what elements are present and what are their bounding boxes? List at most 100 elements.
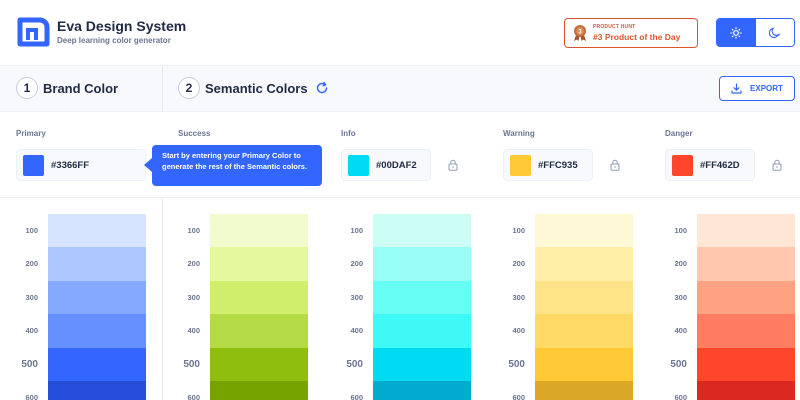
danger-color-field[interactable]: #FF462D [665, 149, 755, 181]
danger-shade-label-400: 400 [674, 326, 687, 336]
step-1-number: 1 [16, 77, 38, 99]
info-color-field[interactable]: #00DAF2 [341, 149, 431, 181]
primary-shade-label-400: 400 [25, 326, 38, 336]
warning-shade-200[interactable] [535, 247, 633, 282]
success-shade-400[interactable] [210, 314, 308, 349]
info-shade-100[interactable] [373, 214, 471, 248]
dark-theme-button[interactable] [755, 19, 794, 46]
medal-icon: 3 [574, 25, 586, 41]
danger-shade-300[interactable] [697, 280, 795, 315]
primary-shade-label-600: 600 [25, 393, 38, 400]
info-shade-600[interactable] [373, 381, 471, 400]
app-title: Eva Design System [57, 18, 187, 34]
light-theme-button[interactable] [717, 19, 756, 46]
download-icon [731, 83, 742, 94]
success-shade-label-600: 600 [187, 393, 200, 400]
primary-shade-100[interactable] [48, 214, 146, 248]
success-shade-label-300: 300 [187, 292, 200, 302]
primary-swatch[interactable] [23, 155, 44, 176]
success-shade-label-200: 200 [187, 259, 200, 269]
success-shade-600[interactable] [210, 381, 308, 400]
step-2-number: 2 [178, 77, 200, 99]
danger-shade-label-600: 600 [674, 393, 687, 400]
product-hunt-badge[interactable]: 3 PRODUCT HUNT #3 Product of the Day [564, 18, 698, 48]
success-shade-100[interactable] [210, 214, 308, 248]
app-subtitle: Deep learning color generator [57, 36, 171, 45]
info-shade-400[interactable] [373, 314, 471, 349]
success-label: Success [178, 129, 211, 138]
danger-swatch[interactable] [672, 155, 693, 176]
danger-shade-label-100: 100 [674, 226, 687, 235]
product-hunt-rank: #3 Product of the Day [593, 32, 681, 42]
primary-shade-500[interactable] [48, 347, 146, 382]
danger-label: Danger [665, 129, 693, 138]
success-shade-label-100: 100 [187, 226, 200, 235]
success-shade-200[interactable] [210, 247, 308, 282]
danger-hex-value: #FF462D [700, 160, 740, 171]
warning-shade-label-200: 200 [512, 259, 525, 269]
danger-shade-400[interactable] [697, 314, 795, 349]
primary-color-tooltip: Start by entering your Primary Color to … [152, 145, 322, 186]
info-label: Info [341, 129, 356, 138]
warning-shade-label-300: 300 [512, 292, 525, 302]
danger-lock-icon[interactable] [772, 159, 782, 171]
info-lock-icon[interactable] [448, 159, 458, 171]
danger-shade-label-200: 200 [674, 259, 687, 269]
warning-shade-label-100: 100 [512, 226, 525, 235]
danger-shade-500[interactable] [697, 347, 795, 382]
warning-shade-label-600: 600 [512, 393, 525, 400]
app-header: Eva Design System Deep learning color ge… [0, 0, 800, 66]
warning-shade-300[interactable] [535, 280, 633, 315]
refresh-icon[interactable] [315, 81, 329, 95]
success-shade-500[interactable] [210, 347, 308, 382]
danger-shade-600[interactable] [697, 381, 795, 400]
warning-shade-100[interactable] [535, 214, 633, 248]
info-swatch[interactable] [348, 155, 369, 176]
product-hunt-label: PRODUCT HUNT [593, 24, 636, 30]
warning-shade-600[interactable] [535, 381, 633, 400]
tooltip-arrow [144, 158, 152, 172]
info-shade-label-200: 200 [350, 259, 363, 269]
primary-color-field[interactable]: #3366FF [16, 149, 146, 181]
danger-shade-200[interactable] [697, 247, 795, 282]
primary-shade-label-100: 100 [25, 226, 38, 235]
danger-shade-label-300: 300 [674, 292, 687, 302]
success-shade-300[interactable] [210, 280, 308, 315]
warning-swatch[interactable] [510, 155, 531, 176]
primary-label: Primary [16, 129, 46, 138]
primary-shade-400[interactable] [48, 314, 146, 349]
primary-shade-300[interactable] [48, 280, 146, 315]
primary-shade-200[interactable] [48, 247, 146, 282]
warning-shade-500[interactable] [535, 347, 633, 382]
theme-toggle [716, 18, 795, 47]
primary-shade-label-200: 200 [25, 259, 38, 269]
danger-shade-label-500: 500 [670, 358, 687, 370]
export-button[interactable]: EXPORT [719, 76, 795, 101]
semantic-colors-title: Semantic Colors [205, 81, 308, 96]
success-shade-label-500: 500 [183, 358, 200, 370]
info-shade-label-400: 400 [350, 326, 363, 336]
info-shade-label-100: 100 [350, 226, 363, 235]
info-shade-500[interactable] [373, 347, 471, 382]
info-shade-label-500: 500 [346, 358, 363, 370]
warning-shade-label-500: 500 [508, 358, 525, 370]
warning-shade-label-400: 400 [512, 326, 525, 336]
info-shade-label-600: 600 [350, 393, 363, 400]
warning-color-field[interactable]: #FFC935 [503, 149, 593, 181]
section-header-band [0, 66, 800, 112]
primary-hex-value: #3366FF [51, 160, 90, 171]
sun-icon [730, 26, 742, 39]
warning-lock-icon[interactable] [610, 159, 620, 171]
primary-shade-label-500: 500 [21, 358, 38, 370]
info-shade-300[interactable] [373, 280, 471, 315]
danger-shade-100[interactable] [697, 214, 795, 248]
info-shade-label-300: 300 [350, 292, 363, 302]
success-shade-label-400: 400 [187, 326, 200, 336]
info-hex-value: #00DAF2 [376, 160, 417, 171]
warning-shade-400[interactable] [535, 314, 633, 349]
eva-logo-icon[interactable] [16, 16, 50, 48]
info-shade-200[interactable] [373, 247, 471, 282]
primary-shade-600[interactable] [48, 381, 146, 400]
primary-shade-label-300: 300 [25, 292, 38, 302]
warning-hex-value: #FFC935 [538, 160, 578, 171]
